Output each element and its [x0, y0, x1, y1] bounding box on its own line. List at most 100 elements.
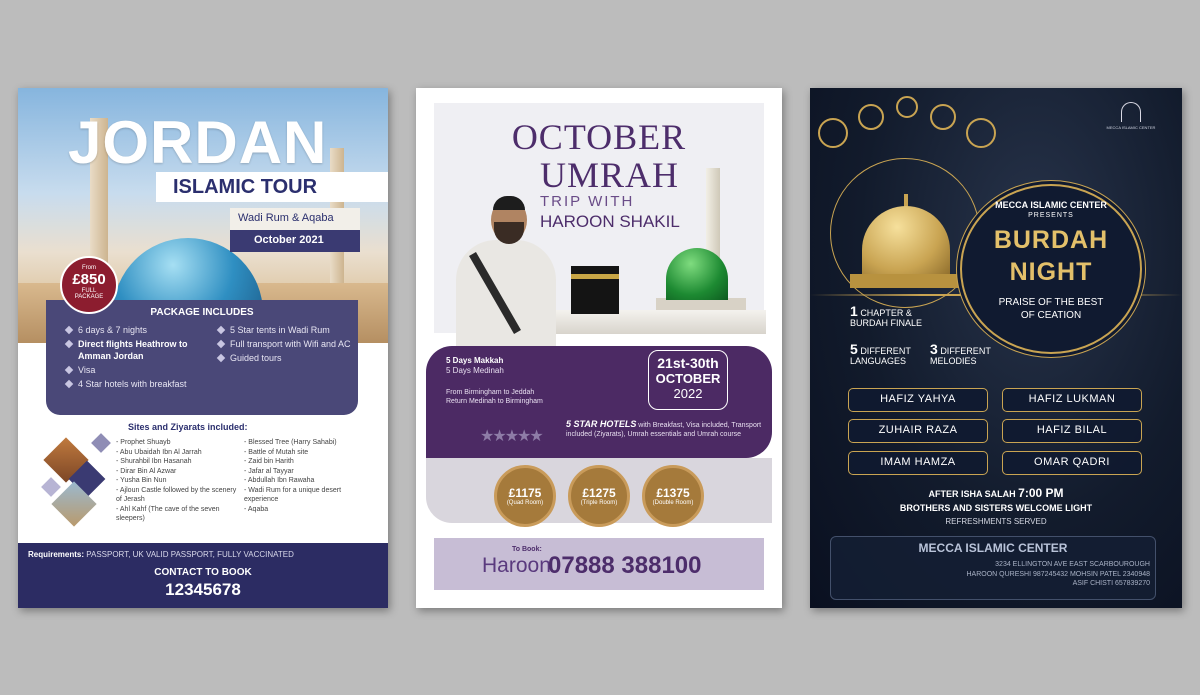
ornament-ring	[930, 104, 956, 130]
price-coin: £1275 (Triple Room)	[568, 465, 630, 527]
package-item: 5 Star tents in Wadi Rum	[216, 324, 351, 336]
event-time: AFTER ISHA SALAH 7:00 PM	[810, 486, 1182, 500]
price-badge: From £850 FULL PACKAGE	[60, 256, 118, 314]
sites-list-right: Blessed Tree (Harry Sahabi) Battle of Mu…	[244, 438, 376, 514]
site-item: Abu Ubaidah Ibn Al Jarrah	[116, 448, 242, 458]
price-amount: £1375	[656, 486, 690, 500]
presents-label: PRESENTS	[1028, 212, 1074, 219]
package-list-left: 6 days & 7 nights Direct flights Heathro…	[64, 324, 204, 392]
site-item: Zaid bin Harith	[244, 457, 376, 467]
price-room: (Quad Room)	[506, 500, 544, 506]
price-amount: £1275	[582, 486, 616, 500]
requirements-text: PASSPORT, UK VALID PASSPORT, FULLY VACCI…	[86, 550, 294, 559]
date-range: 21st-30th	[657, 355, 719, 371]
booking-name: Haroon	[482, 554, 551, 577]
location-text: Wadi Rum & Aqaba	[238, 212, 334, 224]
date-year: 2022	[673, 386, 703, 401]
sites-title: Sites and Ziyarats included:	[128, 422, 248, 432]
languages-text2: LANGUAGES	[850, 356, 907, 366]
performer-pill: HAFIZ BILAL	[1002, 419, 1142, 443]
host-cap	[493, 196, 525, 210]
price-package: PACKAGE	[74, 294, 104, 300]
date-month: OCTOBER	[655, 371, 721, 386]
hotels-info: 5 STAR HOTELS with Breakfast, Visa inclu…	[566, 420, 762, 439]
performer-pill: OMAR QADRI	[1002, 451, 1142, 475]
package-item: Guided tours	[216, 352, 351, 364]
after-salah: AFTER ISHA SALAH	[928, 489, 1016, 499]
ornament-ring	[896, 96, 918, 118]
to-book-label: To Book:	[512, 546, 542, 553]
poster-title: JORDAN	[68, 109, 328, 176]
price-amount: £1175	[508, 486, 542, 500]
chapter-info: 1 CHAPTER & BURDAH FINALE	[850, 303, 922, 328]
site-item: Prophet Shuayb	[116, 438, 242, 448]
center-contacts: HAROON QURESHI 987245432 MOHSIN PATEL 23…	[966, 570, 1150, 578]
flight-outbound: From Birmingham to Jeddah	[446, 389, 535, 396]
poster-title-line1: OCTOBER	[511, 117, 687, 157]
contact-lines: 3234 ELLINGTON AVE EAST SCARBOUROUGH HAR…	[870, 560, 1150, 589]
price-room: (Triple Room)	[580, 500, 618, 506]
logo-text: MECCA ISLAMIC CENTER	[1106, 125, 1156, 130]
date-box: 21st-30th OCTOBER 2022	[648, 350, 728, 410]
ornament-ring	[858, 104, 884, 130]
site-item: Battle of Mutah site	[244, 448, 376, 458]
kaaba-band-image	[571, 274, 619, 279]
dome-base	[850, 274, 962, 288]
hotels-title: 5 STAR HOTELS	[566, 419, 637, 429]
days-makkah: 5 Days Makkah	[446, 356, 504, 365]
umrah-trip-poster: OCTOBER UMRAH TRIP WITH HAROON SHAKIL 5 …	[416, 88, 782, 608]
site-item: Wadi Rum for a unique desert experience	[244, 486, 376, 505]
jordan-tour-poster: JORDAN ISLAMIC TOUR Wadi Rum & Aqaba Oct…	[18, 88, 388, 608]
praise-line1: PRAISE OF THE BEST	[998, 297, 1104, 308]
burdah-night-poster: MECCA ISLAMIC CENTER MECCA ISLAMIC CENTE…	[810, 88, 1182, 608]
chapter-number: 1	[850, 303, 858, 319]
site-item: Blessed Tree (Harry Sahabi)	[244, 438, 376, 448]
package-panel: PACKAGE INCLUDES 6 days & 7 nights Direc…	[46, 300, 358, 415]
package-item: Direct flights Heathrow to Amman Jordan	[64, 338, 204, 362]
contact-footer: Requirements: PASSPORT, UK VALID PASSPOR…	[18, 543, 388, 608]
days-madinah: 5 Days Medinah	[446, 366, 504, 375]
contact-label: CONTACT TO BOOK	[154, 567, 252, 578]
site-item: Abdullah Ibn Rawaha	[244, 476, 376, 486]
package-item: Visa	[64, 364, 204, 376]
decor-diamond	[91, 433, 111, 453]
site-item: Yusha Bin Nun	[116, 476, 242, 486]
melodies-text2: MELODIES	[930, 356, 977, 366]
poster-title-line4: HAROON SHAKIL	[540, 212, 680, 231]
package-item: 6 days & 7 nights	[64, 324, 204, 336]
praise-text: PRAISE OF THE BEST OF CEATION	[960, 296, 1142, 322]
languages-info: 5 DIFFERENT LANGUAGES	[850, 342, 911, 366]
mosque-logo-icon	[1121, 102, 1141, 122]
ornament-ring	[966, 118, 996, 148]
star-rating-icon: ★★★★★	[480, 428, 544, 445]
chapter-text1: CHAPTER &	[860, 308, 912, 318]
center-logo: MECCA ISLAMIC CENTER	[1098, 102, 1164, 150]
package-list-right: 5 Star tents in Wadi Rum Full transport …	[216, 324, 351, 366]
languages-text1: DIFFERENT	[860, 346, 911, 356]
welcome-text: BROTHERS AND SISTERS WELCOME LIGHT	[899, 503, 1093, 513]
price-coin: £1175 (Quad Room)	[494, 465, 556, 527]
center-name: MECCA ISLAMIC CENTER	[918, 541, 1068, 555]
melodies-text1: DIFFERENT	[940, 346, 991, 356]
site-item: Shurahbil Ibn Hasanah	[116, 457, 242, 467]
site-item: Ahl Kahf (The cave of the seven sleepers…	[116, 505, 242, 524]
poster-subtitle: ISLAMIC TOUR	[173, 176, 318, 198]
melodies-number: 3	[930, 341, 938, 357]
price-amount: £850	[72, 271, 106, 288]
poster-title-line2: NIGHT	[1009, 258, 1093, 286]
praise-line2: OF CEATION	[1020, 310, 1082, 321]
site-item: Jafar al Tayyar	[244, 467, 376, 477]
sites-list-left: Prophet Shuayb Abu Ubaidah Ibn Al Jarrah…	[116, 438, 242, 524]
refreshments-text: REFRESHMENTS SERVED	[945, 517, 1047, 526]
time-value: 7:00 PM	[1018, 486, 1064, 500]
melodies-info: 3 DIFFERENT MELODIES	[930, 341, 991, 366]
price-coin: £1375 (Double Room)	[642, 465, 704, 527]
flight-info: From Birmingham to Jeddah Return Medinah…	[446, 388, 543, 406]
site-item: Aqaba	[244, 505, 376, 515]
contact-phone: 12345678	[165, 580, 241, 599]
performer-pill: ZUHAIR RAZA	[848, 419, 988, 443]
requirements-line: Requirements: PASSPORT, UK VALID PASSPOR…	[28, 550, 378, 559]
decor-diamond	[41, 477, 61, 497]
center-contacts2: ASIF CHISTI 657839270	[1072, 580, 1150, 587]
tour-date: October 2021	[254, 234, 324, 246]
